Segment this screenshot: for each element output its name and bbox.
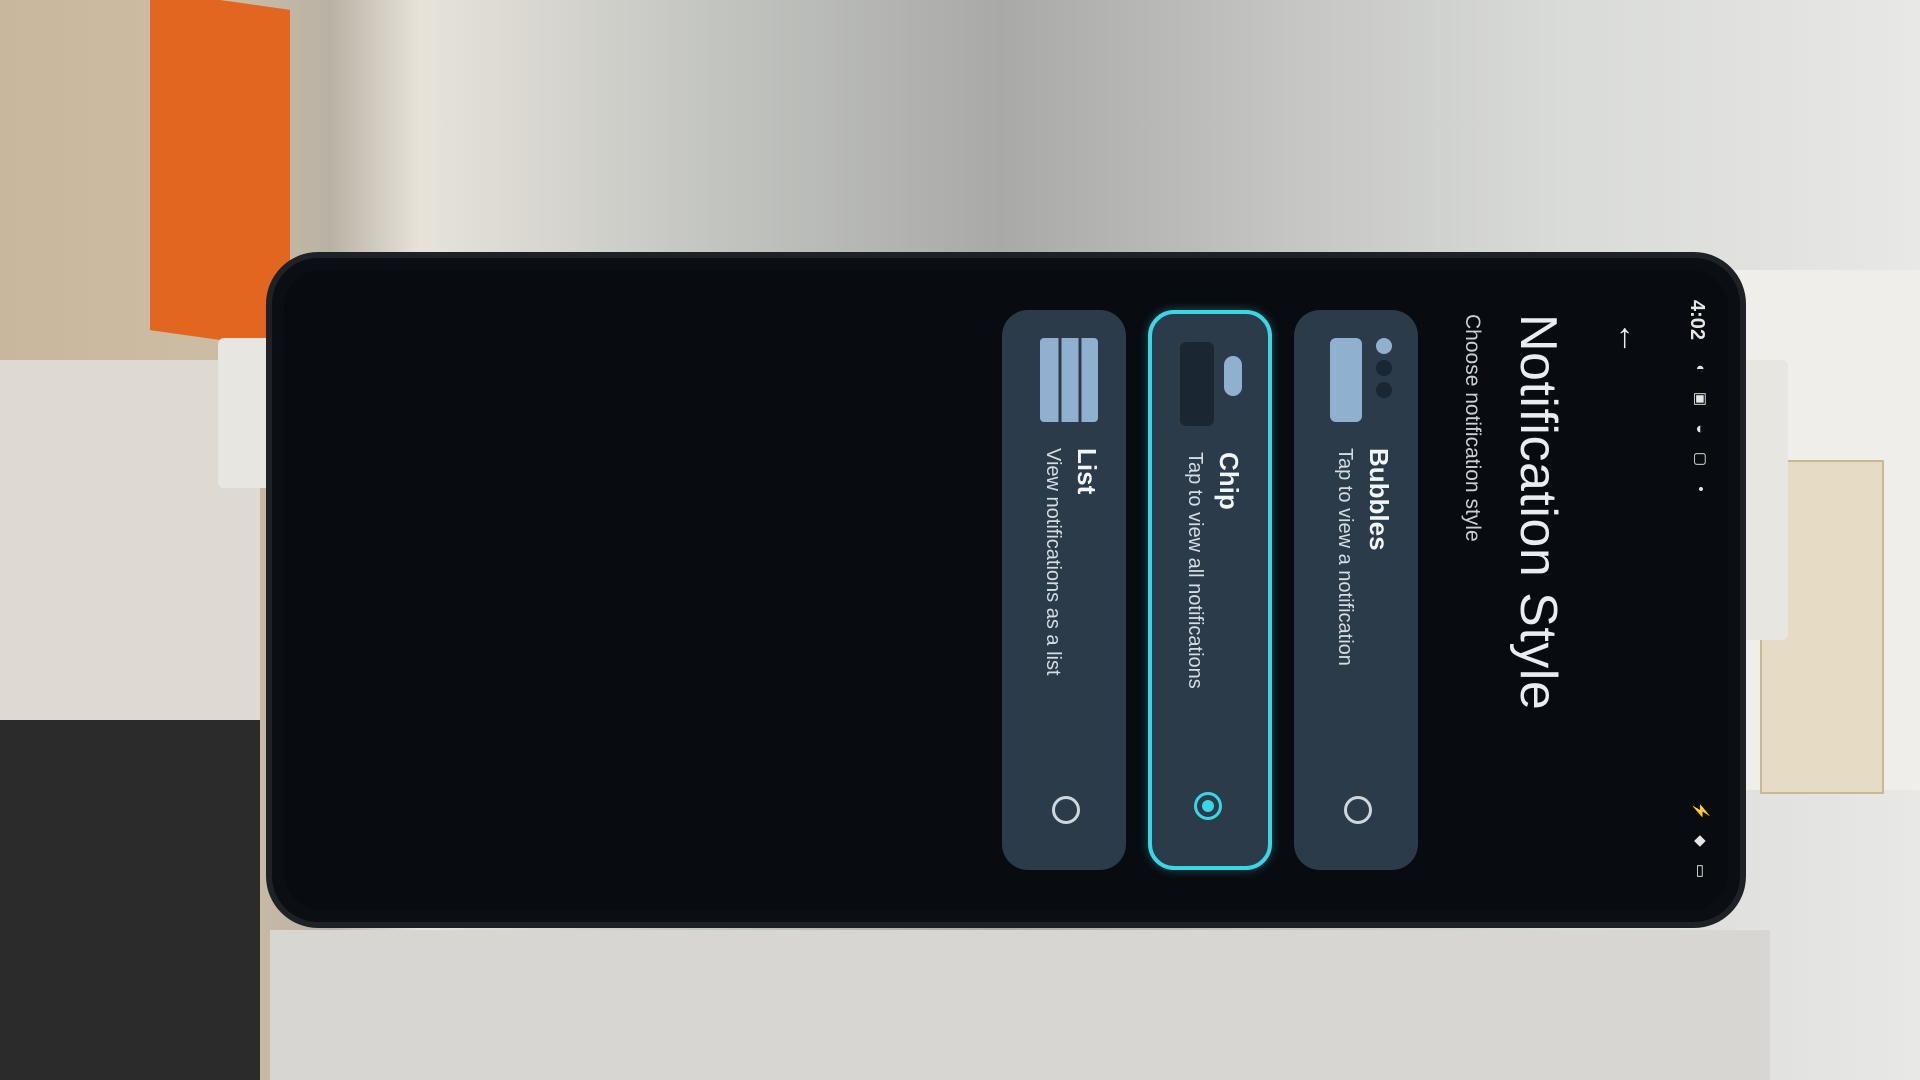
notification-style-app: 4:02 ◐ ▣ ◒ ▢ • ⚡ ◆ ▭ ← Notification Styl… xyxy=(284,270,1728,910)
mute-icon: ⚡ xyxy=(1692,801,1709,821)
status-time: 4:02 xyxy=(1686,300,1708,341)
option-radio-list[interactable] xyxy=(1052,796,1080,824)
option-title: Bubbles xyxy=(1364,448,1394,551)
back-button[interactable]: ← xyxy=(1606,314,1654,362)
status-icons-right: ⚡ ◆ ▭ xyxy=(1692,802,1710,880)
option-description: Tap to view a notification xyxy=(1334,448,1356,666)
option-description: Tap to view all notifications xyxy=(1184,452,1206,689)
phone-device: 4:02 ◐ ▣ ◒ ▢ • ⚡ ◆ ▭ ← Notification Styl… xyxy=(272,258,1740,922)
phone-icon: ▢ xyxy=(1692,451,1709,467)
battery-icon: ▭ xyxy=(1692,863,1709,879)
option-title: Chip xyxy=(1214,452,1244,510)
option-card-chip[interactable]: Chip Tap to view all notifications xyxy=(1148,310,1272,870)
chip-preview-icon xyxy=(1180,342,1242,426)
phone-mount-base xyxy=(270,930,1770,1080)
camera-background: 4:02 ◐ ▣ ◒ ▢ • ⚡ ◆ ▭ ← Notification Styl… xyxy=(0,0,1920,1080)
option-radio-bubbles[interactable] xyxy=(1344,796,1372,824)
option-description: View notifications as a list xyxy=(1042,448,1064,676)
phone-clip-left-top xyxy=(218,338,276,488)
page-title: Notification Style xyxy=(1509,314,1567,711)
style-options: Bubbles Tap to view a notification Chip … xyxy=(998,310,1418,870)
phone-screen: 4:02 ◐ ▣ ◒ ▢ • ⚡ ◆ ▭ ← Notification Styl… xyxy=(284,270,1728,910)
option-card-list[interactable]: List View notifications as a list xyxy=(1002,310,1126,870)
shield-icon: ◒ xyxy=(1692,424,1710,434)
list-preview-icon xyxy=(1040,338,1098,422)
option-radio-chip[interactable] xyxy=(1194,792,1222,820)
arrow-back-icon: ← xyxy=(1611,321,1650,355)
black-foam-block xyxy=(0,720,260,1080)
orange-bag xyxy=(150,0,290,350)
status-bar: 4:02 ◐ ▣ ◒ ▢ • ⚡ ◆ ▭ xyxy=(1672,270,1728,910)
dot-icon: • xyxy=(1692,486,1710,492)
status-icons-left: ◐ ▣ ◒ ▢ • xyxy=(1692,360,1710,498)
sim-icon: ▣ xyxy=(1692,391,1709,407)
wifi-icon: ◆ xyxy=(1692,835,1709,847)
data-saver-icon: ◐ xyxy=(1692,364,1710,374)
option-card-bubbles[interactable]: Bubbles Tap to view a notification xyxy=(1294,310,1418,870)
option-title: List xyxy=(1072,448,1102,495)
page-subtitle: Choose notification style xyxy=(1461,314,1484,542)
bubbles-preview-icon xyxy=(1330,338,1392,422)
